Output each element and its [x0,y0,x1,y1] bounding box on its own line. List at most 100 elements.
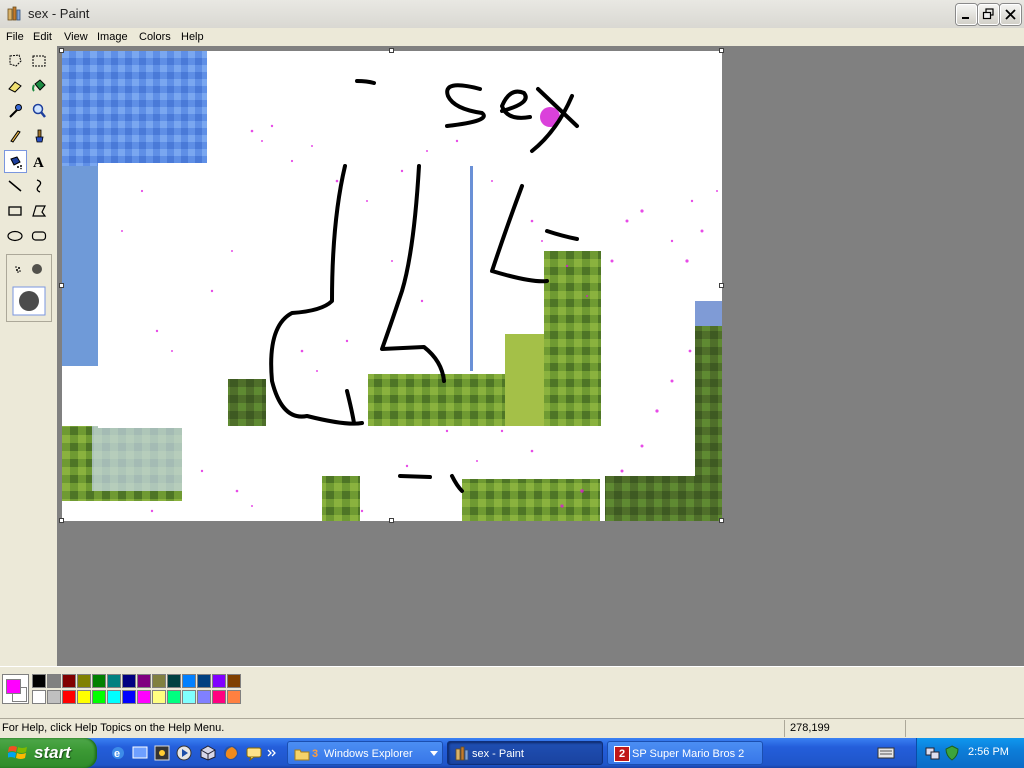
internet-explorer-icon[interactable]: e [110,745,126,761]
palette-color-swatch[interactable] [167,690,181,704]
palette-color-swatch[interactable] [107,690,121,704]
palette-color-swatch[interactable] [92,690,106,704]
group-dropdown-icon [430,751,438,756]
security-shield-icon[interactable] [944,745,960,761]
palette-color-swatch[interactable] [122,690,136,704]
palette-color-swatch[interactable] [152,690,166,704]
palette-color-swatch[interactable] [47,674,61,688]
magnifier-tool-icon [32,103,46,118]
text-tool[interactable]: A [28,150,51,173]
magnifier-tool[interactable] [28,100,51,123]
svg-text:A: A [33,155,44,169]
palette-color-swatch[interactable] [167,674,181,688]
paint-app-icon[interactable] [6,6,22,22]
clock[interactable]: 2:56 PM [968,746,1009,758]
canvas-resize-handle[interactable] [389,518,394,523]
polygon-tool[interactable] [28,200,51,223]
eraser-tool[interactable] [4,75,27,98]
network-icon[interactable] [925,745,941,761]
eraser-tool-icon [8,81,22,93]
restore-button[interactable] [978,4,999,25]
game-icon[interactable] [154,745,170,761]
fill-tool[interactable] [28,75,51,98]
ellipse-tool[interactable] [4,225,27,248]
palette-color-swatch[interactable] [47,690,61,704]
palette-color-swatch[interactable] [77,690,91,704]
start-button[interactable]: start [0,738,97,768]
rectangle-tool-icon [8,206,22,216]
palette-color-swatch[interactable] [197,690,211,704]
palette-color-swatch[interactable] [62,690,76,704]
menu-help[interactable]: Help [177,28,208,46]
palette-color-swatch[interactable] [92,674,106,688]
taskbar-button-paint[interactable]: sex - Paint [447,741,603,765]
airbrush-tool[interactable] [4,150,27,173]
ellipse-tool-icon [7,230,23,242]
curve-tool[interactable] [28,175,51,198]
canvas-resize-handle[interactable] [59,48,64,53]
rounded-rect-tool-icon [31,231,47,241]
start-label: start [34,743,71,762]
menu-view[interactable]: View [60,28,92,46]
palette-color-swatch[interactable] [197,674,211,688]
palette-color-swatch[interactable] [182,674,196,688]
palette-color-swatch[interactable] [137,690,151,704]
canvas-resize-handle[interactable] [389,48,394,53]
text-tool-icon: A [33,155,44,169]
taskbar-button-label: Windows Explorer [324,748,413,760]
palette-color-swatch[interactable] [137,674,151,688]
palette-color-swatch[interactable] [77,674,91,688]
current-colors[interactable] [2,674,29,704]
color-palette [0,666,1024,713]
taskbar-button-windows-explorer[interactable]: 3 Windows Explorer [287,741,443,765]
airbrush-small-option[interactable] [15,266,21,273]
cube-icon[interactable] [200,745,216,761]
canvas-resize-handle[interactable] [719,283,724,288]
quick-launch-chevron-icon[interactable] [266,748,276,758]
airbrush-tool-icon [10,156,22,170]
pick-color-tool[interactable] [4,100,27,123]
pencil-tool[interactable] [4,125,27,148]
cursor-coordinates: 278,199 [790,722,830,734]
palette-color-swatch[interactable] [182,690,196,704]
palette-color-swatch[interactable] [32,674,46,688]
menu-image[interactable]: Image [93,28,132,46]
close-button[interactable] [1000,4,1021,25]
rectangle-tool[interactable] [4,200,27,223]
canvas-resize-handle[interactable] [719,518,724,523]
palette-color-swatch[interactable] [122,674,136,688]
show-desktop-icon[interactable] [132,745,148,761]
free-form-select-tool-icon [9,54,22,67]
canvas-resize-handle[interactable] [59,518,64,523]
close-icon [1005,9,1016,20]
palette-color-swatch[interactable] [107,674,121,688]
firefox-icon[interactable] [223,745,239,761]
canvas-resize-handle[interactable] [59,283,64,288]
media-player-icon[interactable] [176,745,192,761]
palette-color-swatch[interactable] [212,690,226,704]
menu-file[interactable]: File [2,28,28,46]
palette-color-swatch[interactable] [62,674,76,688]
keyboard-icon[interactable] [877,746,895,760]
minimize-button[interactable] [956,4,977,25]
taskbar-button-super-mario[interactable]: 2 SP Super Mario Bros 2 [607,741,763,765]
messenger-icon[interactable] [246,745,262,761]
free-form-select-tool[interactable] [4,50,27,73]
palette-color-swatch[interactable] [152,674,166,688]
rect-select-tool-icon [32,55,46,67]
title-bar: sex - Paint [0,0,1024,29]
palette-color-swatch[interactable] [212,674,226,688]
line-tool[interactable] [4,175,27,198]
palette-color-swatch[interactable] [32,690,46,704]
menu-edit[interactable]: Edit [29,28,56,46]
rect-select-tool[interactable] [28,50,51,73]
rounded-rect-tool[interactable] [28,225,51,248]
menu-colors[interactable]: Colors [135,28,175,46]
brush-tool[interactable] [28,125,51,148]
canvas-resize-handle[interactable] [719,48,724,53]
foreground-color-swatch[interactable] [6,679,21,694]
palette-color-swatch[interactable] [227,690,241,704]
palette-color-swatch[interactable] [227,674,241,688]
drawing-canvas[interactable] [62,51,722,521]
airbrush-medium-option[interactable] [32,264,42,274]
